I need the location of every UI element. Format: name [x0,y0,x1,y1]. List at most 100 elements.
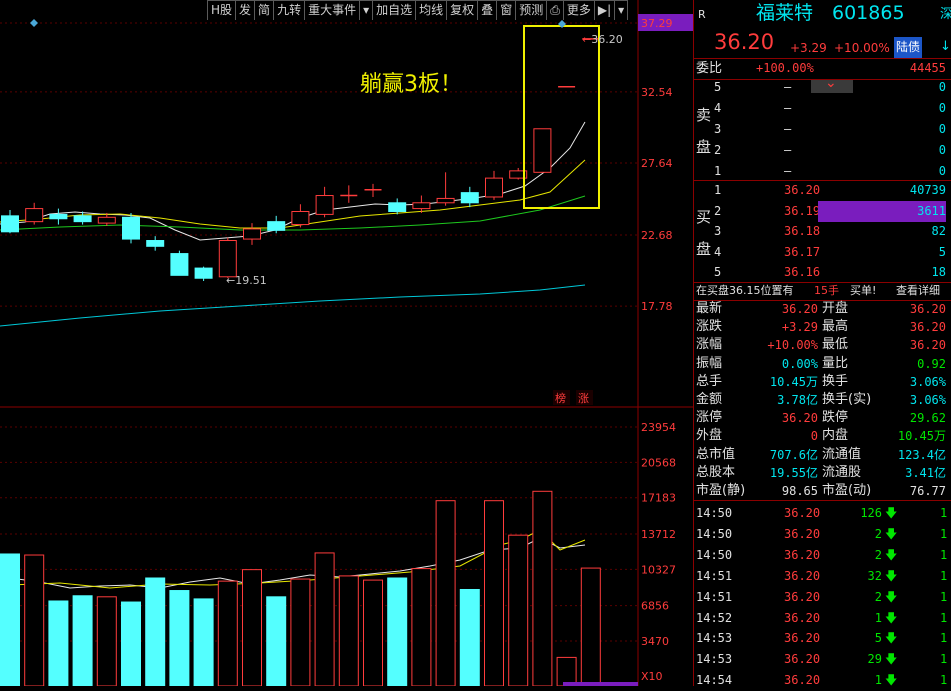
toolbar-item-2[interactable]: 简 [254,0,275,20]
highlight-box [523,25,600,209]
side-arrow: ↓ [940,39,951,54]
sell-level-row[interactable]: 5 — 0 [694,77,951,98]
volume-tick-label: 20568 [641,456,676,469]
volume-bar [0,553,20,686]
toolbar-item-14[interactable]: ▶| [593,0,616,20]
candle-body [243,228,261,240]
tick-row[interactable]: 14:51 36.20 2 🡇 1 [694,587,951,608]
tick-volume: 32 [867,568,882,583]
order-notice-row[interactable]: 在买盘36.15位置有 15手 买单! 查看详细 [694,282,951,300]
stat-key-2: 开盘 [822,301,849,316]
toolbar-item-12[interactable]: ⎙ [546,0,564,20]
stat-row: 涨跌 +3.29 最高 36.20 [694,318,951,336]
volume-bars [0,490,601,686]
notice-buy: 买单! [850,284,877,297]
tick-volume: 1 [874,610,882,625]
sell-label-2: 盘 [696,138,712,156]
tick-row[interactable]: 14:53 36.20 5 🡇 1 [694,628,951,649]
notice-detail-link[interactable]: 查看详细 [896,282,940,300]
tick-count: 1 [940,589,948,604]
tick-price: 36.20 [784,506,821,520]
level-volume: 0 [938,122,946,136]
toolbar-item-6[interactable]: 加自选 [372,0,417,20]
toolbar-item-15[interactable]: ▾ [614,0,629,20]
toolbar-item-4[interactable]: 重大事件 [304,0,361,20]
price-tick-label: 17.78 [641,300,673,313]
stat-row: 总手 10.45万 换手 3.06% [694,373,951,391]
rank-tag-label: 榜 [555,391,566,405]
tick-row[interactable]: 14:53 36.20 29 🡇 1 [694,649,951,670]
buy-level-row[interactable]: 5 36.16 18 [694,262,951,283]
tick-row[interactable]: 14:52 36.20 1 🡇 1 [694,608,951,629]
toolbar-item-7[interactable]: 均线 [415,0,448,20]
bond-badge[interactable]: 陆债 [894,37,923,58]
stat-value: 10.45万 [769,374,818,389]
volume-tick-label: 17183 [641,492,676,505]
volume-tick-label: 10327 [641,563,676,576]
volume-bar [266,596,287,686]
stat-value: +3.29 [781,320,818,335]
price-tick-label: 32.54 [641,86,673,99]
level-price: — [784,122,792,136]
stat-key: 涨跌 [696,319,723,335]
toolbar-item-11[interactable]: 预测 [515,0,548,20]
volume-bar [459,588,480,686]
tick-volume: 2 [874,547,882,562]
volume-bar [48,600,69,686]
toolbar-item-9[interactable]: 叠 [477,0,498,20]
tick-volume: 126 [860,506,882,520]
level-price: — [784,101,792,115]
stat-key: 涨幅 [696,337,723,353]
commission-ratio: +100.00% [756,61,814,75]
tick-row[interactable]: 14:50 36.20 2 🡇 1 [694,545,951,566]
level-number: 2 [714,204,722,218]
sell-label: 卖 [696,106,712,124]
stat-value-2: 36.20 [909,302,946,316]
buy-level-row[interactable]: 4 36.17 5 [694,242,951,263]
tick-time: 14:53 [696,631,733,646]
limit-tag-label: 涨 [578,392,589,405]
candle-body [49,213,68,220]
toolbar-item-8[interactable]: 复权 [446,0,479,20]
tick-row[interactable]: 14:51 36.20 32 🡇 1 [694,566,951,587]
price-tick-label: 22.68 [641,229,673,242]
sell-level-row[interactable]: 1 — 0 [694,161,951,182]
arrow-down-icon: 🡇 [885,506,898,520]
tick-time: 14:51 [696,589,733,604]
tick-time: 14:52 [696,610,733,625]
stat-row: 振幅 0.00% 量比 0.92 [694,355,951,373]
volume-bar [556,656,577,686]
stat-value: 3.78亿 [777,393,818,407]
tick-price: 36.20 [784,610,821,625]
toolbar-item-3[interactable]: 九转 [273,0,306,20]
volume-bar [96,596,117,686]
buy-level-row[interactable]: 1 36.20 40739 [694,180,951,201]
toolbar-item-0[interactable]: H股 [207,0,237,20]
volume-axis: 23954 20568 17183 13712 10327 6856 3470 X10 [641,421,676,683]
volume-bar [338,575,359,686]
arrow-down-icon: 🡇 [885,526,898,541]
stat-key-2: 量比 [822,355,849,371]
toolbar-item-1[interactable]: 发 [235,0,256,20]
buy-level-row[interactable]: 3 36.18 82 [694,221,951,242]
toolbar-item-10[interactable]: 窗 [496,0,517,20]
sell-level-row[interactable]: 2 — 0 [694,140,951,161]
stat-row: 总股本 19.55亿 流通股 3.41亿 [694,464,951,482]
tick-count: 1 [940,610,948,625]
toolbar-item-13[interactable]: 更多 [562,0,595,20]
tick-row[interactable]: 14:50 36.20 126 🡇 1 [694,503,951,524]
level-volume: 82 [931,224,946,238]
toolbar-item-5[interactable]: ▾ [359,0,374,20]
candle-body [146,240,165,247]
sell-level-row[interactable]: 4 — 0 [694,98,951,119]
tick-row[interactable]: 14:50 36.20 2 🡇 1 [694,524,951,545]
kline-chart[interactable]: 躺赢3板！ ←36.20 ←19.51 榜 涨 37.29 32.54 27.64 2… [0,0,693,686]
volume-bar [363,579,383,686]
stat-value-2: 76.77 [909,484,946,498]
tick-price: 36.20 [784,547,821,562]
sell-level-row[interactable]: 3 — 0 [694,119,951,140]
volume-tick-label: 3470 [641,635,669,648]
buy-level-row[interactable]: 2 36.19 3611 [694,201,951,222]
tick-row[interactable]: 14:54 36.20 1 🡇 1 [694,670,951,691]
level-price: 36.17 [784,245,821,259]
